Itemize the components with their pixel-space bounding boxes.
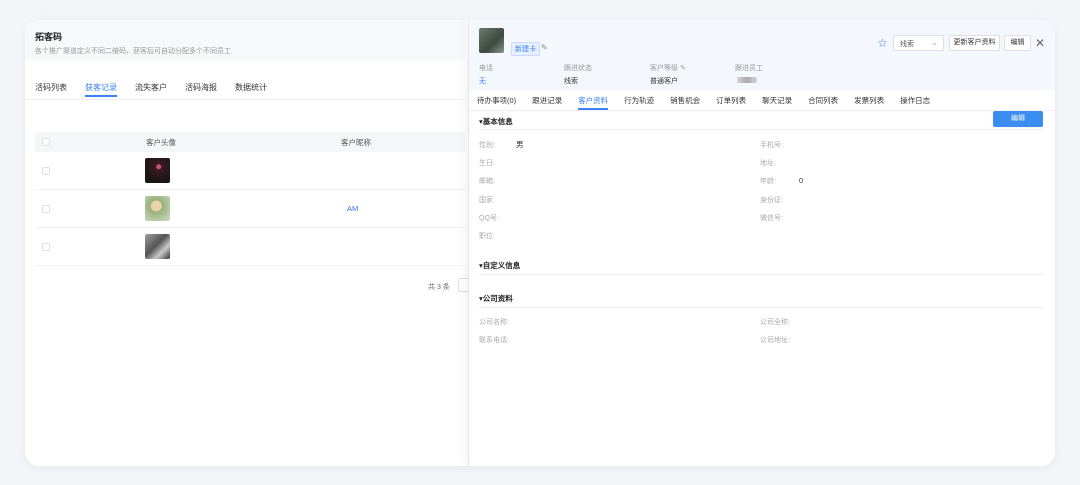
field-label: 跟进状态: [564, 65, 592, 72]
field-label: 邮箱:: [479, 178, 495, 185]
page-title: 拓客码: [35, 32, 63, 42]
tab-chat-records[interactable]: 聊天记录: [762, 95, 792, 110]
star-icon[interactable]: ☆: [877, 36, 888, 50]
tab-customer-profile[interactable]: 客户资料: [578, 95, 609, 110]
field-label: 公司名称:: [479, 319, 509, 326]
field-label: 公司地址:: [760, 337, 790, 344]
section-divider: [479, 274, 1044, 275]
row-checkbox[interactable]: [42, 166, 50, 175]
row-checkbox[interactable]: [42, 242, 50, 251]
table-row[interactable]: [35, 228, 465, 266]
customer-avatar: [145, 196, 170, 221]
table-row[interactable]: [35, 152, 465, 190]
tabs-divider: [25, 99, 465, 100]
tab-lost-customers[interactable]: 流失客户: [135, 82, 167, 97]
field-label: 跟进员工: [735, 65, 763, 72]
customer-avatar: [479, 28, 504, 53]
field-label: 公司全称:: [760, 319, 790, 326]
detail-tabs: 待办事项(0) 跟进记录 客户资料 行为轨迹 销售机会 订单列表 聊天记录 合同…: [477, 95, 946, 110]
total-count: 共 3 条: [428, 284, 450, 291]
pen-icon[interactable]: ✎: [680, 65, 686, 72]
section-basic-info[interactable]: ▾基本信息: [479, 116, 513, 127]
left-panel: 拓客码 各个推广渠道定义不同二维码，获客后可自动分配多个不同员工 活码列表 获客…: [25, 20, 468, 466]
tab-operation-log[interactable]: 操作日志: [900, 95, 930, 110]
update-profile-button[interactable]: 更新客户资料: [949, 35, 1000, 51]
tab-orders[interactable]: 订单列表: [716, 95, 746, 110]
section-company-info[interactable]: ▾公司资料: [479, 293, 513, 304]
field-label: 生日:: [479, 160, 495, 167]
left-header: 拓客码 各个推广渠道定义不同二维码，获客后可自动分配多个不同员工: [25, 20, 465, 60]
field-label: 国家:: [479, 197, 495, 204]
status-select[interactable]: 线索 ⌄: [893, 35, 944, 51]
customer-detail-drawer: 新建卡 ✎ ☆ 线索 ⌄ 更新客户资料 编辑 ✕ 电话 无 跟进状态 线索 客户…: [468, 20, 1055, 466]
field-value-level: 普通客户: [650, 78, 678, 85]
app-window: 拓客码 各个推广渠道定义不同二维码，获客后可自动分配多个不同员工 活码列表 获客…: [25, 20, 1055, 466]
customer-avatar: [145, 234, 170, 259]
field-label: 性别:: [479, 142, 495, 149]
field-label: 客户等级 ✎: [650, 65, 686, 72]
tab-code-list[interactable]: 活码列表: [35, 82, 67, 97]
tab-sales-opportunity[interactable]: 销售机会: [670, 95, 700, 110]
field-value-status: 线索: [564, 78, 578, 85]
page-description: 各个推广渠道定义不同二维码，获客后可自动分配多个不同员工: [35, 48, 231, 55]
row-checkbox[interactable]: [42, 204, 50, 213]
field-label: 地址:: [760, 160, 776, 167]
customer-nickname: AM: [347, 204, 359, 213]
field-value-age: 0: [799, 176, 804, 185]
drawer-header: 新建卡 ✎ ☆ 线索 ⌄ 更新客户资料 编辑 ✕ 电话 无 跟进状态 线索 客户…: [469, 20, 1055, 90]
field-value-gender: 男: [516, 140, 524, 149]
pen-icon[interactable]: ✎: [541, 43, 548, 52]
section-divider: [479, 129, 1044, 130]
status-select-value: 线索: [900, 41, 914, 48]
header-avatar: 客户头像: [146, 137, 176, 147]
field-label: 身份证:: [760, 197, 783, 204]
field-label: 手机号:: [760, 142, 783, 149]
header-nickname: 客户昵称: [341, 137, 371, 147]
section-custom-info[interactable]: ▾自定义信息: [479, 260, 520, 271]
select-all-checkbox[interactable]: [42, 138, 50, 146]
field-label: QQ号:: [479, 215, 499, 222]
tab-todo[interactable]: 待办事项(0): [477, 95, 516, 110]
customer-avatar: [145, 158, 170, 183]
customer-tag[interactable]: 新建卡: [511, 42, 540, 56]
tab-statistics[interactable]: 数据统计: [235, 82, 267, 97]
tab-invoices[interactable]: 发票列表: [854, 95, 884, 110]
field-label: 电话: [479, 65, 493, 72]
tab-behavior[interactable]: 行为轨迹: [624, 95, 654, 110]
table-header: 客户头像 客户昵称: [35, 132, 465, 152]
edit-header-button[interactable]: 编辑: [1004, 35, 1031, 51]
field-value-phone: 无: [479, 78, 486, 85]
edit-button[interactable]: 编辑: [993, 111, 1043, 127]
tab-code-posters[interactable]: 活码海报: [185, 82, 217, 97]
table-body: AM: [35, 152, 465, 266]
left-tabs: 活码列表 获客记录 流失客户 活码海报 数据统计: [35, 82, 285, 97]
field-label: 联系电话:: [479, 337, 509, 344]
tab-follow-up[interactable]: 跟进记录: [532, 95, 562, 110]
close-icon[interactable]: ✕: [1035, 36, 1045, 50]
section-divider: [479, 307, 1044, 308]
tab-acquisition-records[interactable]: 获客记录: [85, 82, 117, 97]
tabs-divider: [469, 110, 1055, 111]
table-row[interactable]: AM: [35, 190, 465, 228]
pagination[interactable]: [458, 278, 468, 292]
blurred-employee-name: [737, 77, 757, 83]
chevron-down-icon: ⌄: [931, 38, 938, 47]
field-label: 职位:: [479, 233, 495, 240]
tab-contracts[interactable]: 合同列表: [808, 95, 838, 110]
field-label: 年龄:: [760, 178, 776, 185]
field-label: 微信号:: [760, 215, 783, 222]
